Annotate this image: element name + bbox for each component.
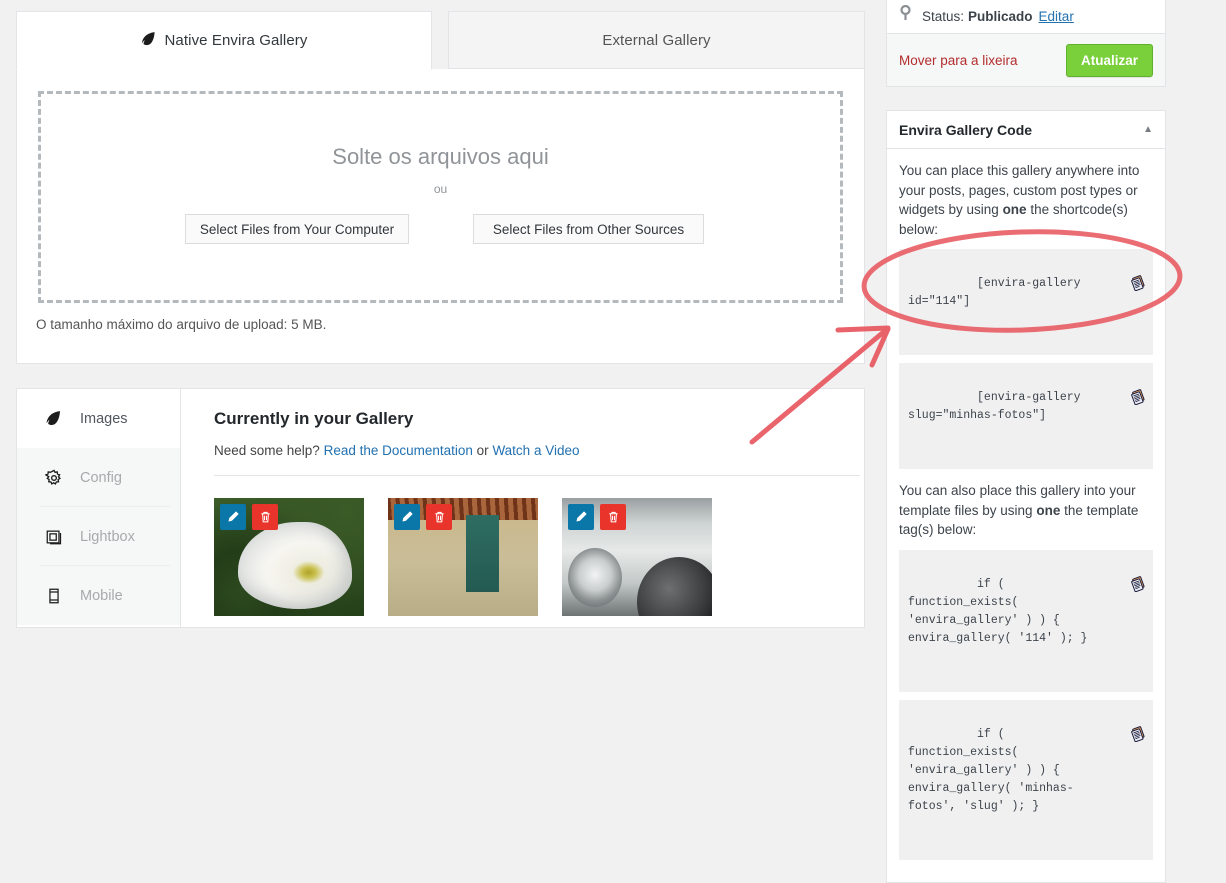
gallery-images-pane: Currently in your Gallery Need some help…: [181, 389, 864, 627]
sidebar-item-config[interactable]: Config: [17, 448, 180, 507]
copy-clipboard-icon[interactable]: [1047, 707, 1147, 767]
mobile-icon: [45, 587, 67, 605]
dropzone-or-label: ou: [433, 182, 448, 196]
edit-status-link[interactable]: Editar: [1039, 9, 1074, 24]
chevron-up-icon[interactable]: ▲: [1143, 124, 1153, 135]
thumbnail-actions: [394, 504, 452, 530]
sidebar-item-config-label: Config: [80, 469, 122, 486]
status-badge: Publicado: [968, 9, 1033, 24]
max-upload-size-note: O tamanho máximo do arquivo de upload: 5…: [36, 317, 327, 332]
divider: [214, 475, 860, 476]
copy-clipboard-icon[interactable]: [1047, 557, 1147, 617]
gallery-thumbnail-grid: [214, 498, 864, 616]
move-to-trash-link[interactable]: Mover para a lixeira: [899, 53, 1018, 68]
delete-image-button[interactable]: [600, 504, 626, 530]
help-or: or: [472, 443, 493, 458]
template-intro-text: You can also place this gallery into you…: [899, 481, 1153, 540]
gallery-thumbnail[interactable]: [562, 498, 712, 616]
shortcode-intro-text: You can place this gallery anywhere into…: [899, 161, 1153, 239]
select-files-from-computer-button[interactable]: Select Files from Your Computer: [185, 214, 409, 244]
update-button[interactable]: Atualizar: [1065, 43, 1153, 77]
edit-image-button[interactable]: [568, 504, 594, 530]
publish-box: Status: Publicado Editar Mover para a li…: [886, 0, 1166, 87]
publish-actions: Mover para a lixeira Atualizar: [887, 33, 1165, 86]
sidebar-item-mobile-label: Mobile: [80, 587, 123, 604]
gear-icon: [45, 469, 67, 487]
shortcode-field-slug[interactable]: [envira-gallery slug="minhas-fotos"]: [899, 363, 1153, 469]
page-root: Native Envira Gallery External Gallery S…: [0, 0, 1226, 883]
gallery-settings-panel: Images Config Lightbox Mobile Currently …: [16, 388, 865, 628]
template-tag-field-id[interactable]: if ( function_exists( 'envira_gallery' )…: [899, 549, 1153, 692]
envira-gallery-code-box: Envira Gallery Code ▲ You can place this…: [886, 110, 1166, 883]
sidebar-item-images[interactable]: Images: [17, 389, 180, 448]
post-status-row: Status: Publicado Editar: [887, 0, 1165, 33]
pin-icon: [899, 4, 912, 24]
code-box-body: You can place this gallery anywhere into…: [887, 149, 1165, 860]
code-box-header: Envira Gallery Code ▲: [887, 111, 1165, 149]
code-box-title: Envira Gallery Code: [899, 121, 1033, 138]
file-dropzone[interactable]: Solte os arquivos aqui ou Select Files f…: [38, 91, 843, 303]
gallery-settings-nav: Images Config Lightbox Mobile: [17, 389, 181, 628]
thumbnail-actions: [220, 504, 278, 530]
copy-clipboard-icon[interactable]: [1047, 370, 1147, 430]
help-line: Need some help? Read the Documentation o…: [214, 443, 864, 458]
tab-external-label: External Gallery: [602, 31, 711, 49]
shortcode-intro-bold: one: [1002, 202, 1027, 217]
gallery-thumbnail[interactable]: [214, 498, 364, 616]
sidebar-item-images-label: Images: [80, 410, 128, 427]
tab-native-label: Native Envira Gallery: [164, 32, 308, 49]
sidebar-item-lightbox-label: Lightbox: [80, 528, 135, 545]
thumbnail-actions: [568, 504, 626, 530]
sidebar-item-mobile[interactable]: Mobile: [17, 566, 180, 625]
upload-panel: Solte os arquivos aqui ou Select Files f…: [16, 69, 865, 364]
page-title: Currently in your Gallery: [214, 409, 414, 428]
envira-leaf-icon: [45, 410, 67, 427]
template-intro-bold: one: [1036, 502, 1061, 518]
tab-external-gallery[interactable]: External Gallery: [448, 11, 865, 69]
delete-image-button[interactable]: [252, 504, 278, 530]
edit-image-button[interactable]: [220, 504, 246, 530]
dropzone-title: Solte os arquivos aqui: [332, 144, 549, 169]
read-documentation-link[interactable]: Read the Documentation: [324, 443, 473, 458]
edit-image-button[interactable]: [394, 504, 420, 530]
gallery-thumbnail[interactable]: [388, 498, 538, 616]
gallery-type-tabs: Native Envira Gallery External Gallery: [16, 0, 865, 70]
envira-leaf-icon: [141, 31, 156, 51]
sidebar-item-lightbox[interactable]: Lightbox: [17, 507, 180, 566]
gallery-editor-column: Native Envira Gallery External Gallery: [16, 0, 865, 70]
copy-clipboard-icon[interactable]: [1047, 256, 1147, 316]
template-tag-field-slug[interactable]: if ( function_exists( 'envira_gallery' )…: [899, 699, 1153, 860]
shortcode-field-id[interactable]: [envira-gallery id="114"]: [899, 249, 1153, 355]
tab-native-envira-gallery[interactable]: Native Envira Gallery: [16, 11, 432, 70]
watch-video-link[interactable]: Watch a Video: [492, 443, 579, 458]
status-label: Status:: [922, 9, 965, 24]
lightbox-icon: [45, 528, 67, 546]
help-prefix: Need some help?: [214, 443, 324, 458]
delete-image-button[interactable]: [426, 504, 452, 530]
select-files-from-other-sources-button[interactable]: Select Files from Other Sources: [473, 214, 704, 244]
